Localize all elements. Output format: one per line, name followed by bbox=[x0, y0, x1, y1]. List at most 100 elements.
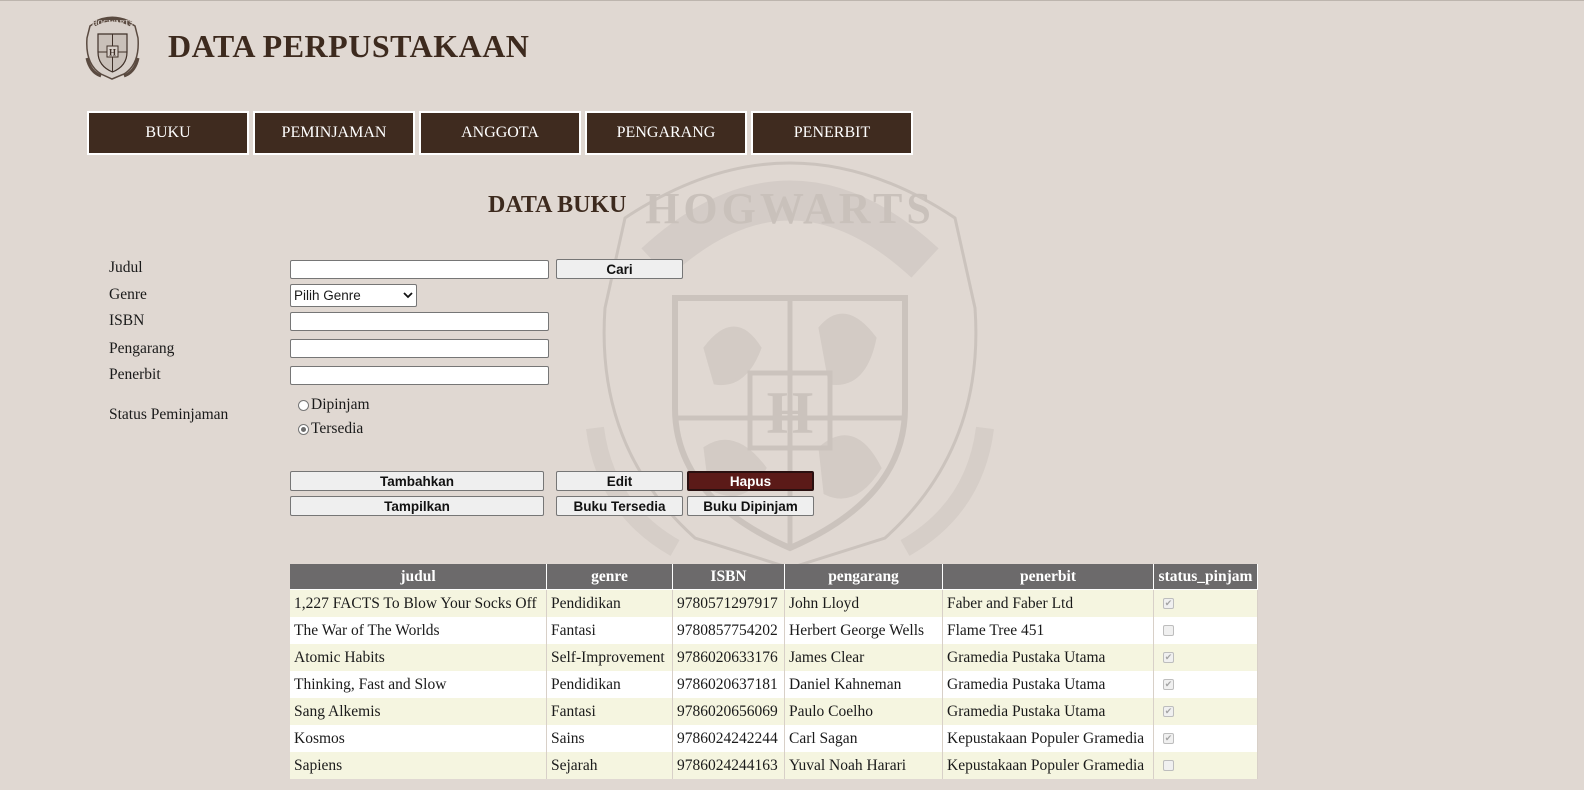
col-penerbit: penerbit bbox=[942, 564, 1154, 590]
cari-button[interactable]: Cari bbox=[556, 259, 683, 279]
nav-item-anggota[interactable]: ANGGOTA bbox=[419, 111, 581, 155]
cell-pengarang: Daniel Kahneman bbox=[784, 671, 943, 698]
cell-isbn: 9786024244163 bbox=[672, 752, 785, 779]
status-pinjam-checkbox: ✔ bbox=[1163, 652, 1174, 663]
table-row[interactable]: Sang Alkemis Fantasi 9786020656069 Paulo Co… bbox=[290, 698, 1258, 725]
table-row[interactable]: Atomic Habits Self-Improvement 97860206331… bbox=[290, 644, 1258, 671]
genre-select-value: Pilih Genre bbox=[294, 288, 361, 303]
radio-tersedia[interactable]: Tersedia bbox=[298, 420, 363, 438]
cell-pengarang: Paulo Coelho bbox=[784, 698, 943, 725]
penerbit-input[interactable] bbox=[290, 366, 549, 385]
top-border bbox=[0, 0, 1584, 1]
buku-dipinjam-button[interactable]: Buku Dipinjam bbox=[687, 496, 814, 516]
status-pinjam-checkbox bbox=[1163, 760, 1174, 771]
hogwarts-crest-icon: HOGWARTS H bbox=[85, 16, 140, 80]
main-nav: BUKU PEMINJAMAN ANGGOTA PENGARANG PENERB… bbox=[87, 111, 917, 155]
svg-text:HOGWARTS: HOGWARTS bbox=[645, 184, 935, 233]
penerbit-label: Penerbit bbox=[109, 366, 161, 383]
cell-status-pinjam bbox=[1153, 752, 1258, 779]
cell-genre: Sains bbox=[546, 725, 673, 752]
cell-penerbit: Kepustakaan Populer Gramedia bbox=[942, 752, 1154, 779]
table-row[interactable]: Sapiens Sejarah 9786024244163 Yuval Noah Ha… bbox=[290, 752, 1258, 779]
svg-text:H: H bbox=[767, 380, 814, 446]
radio-dipinjam-button[interactable] bbox=[298, 399, 309, 411]
hapus-button[interactable]: Hapus bbox=[687, 471, 814, 491]
radio-dipinjam-label: Dipinjam bbox=[311, 396, 370, 413]
genre-select[interactable]: Pilih Genre bbox=[290, 284, 417, 307]
cell-judul: Sang Alkemis bbox=[290, 698, 547, 725]
pengarang-input[interactable] bbox=[290, 339, 549, 358]
cell-penerbit: Gramedia Pustaka Utama bbox=[942, 698, 1154, 725]
radio-tersedia-button[interactable] bbox=[298, 423, 309, 435]
cell-status-pinjam: ✔ bbox=[1153, 644, 1258, 671]
col-judul: judul bbox=[290, 564, 547, 590]
cell-isbn: 9786020633176 bbox=[672, 644, 785, 671]
col-pengarang: pengarang bbox=[784, 564, 943, 590]
pengarang-label: Pengarang bbox=[109, 340, 175, 357]
tambahkan-button[interactable]: Tambahkan bbox=[290, 471, 544, 491]
status-pinjam-checkbox: ✔ bbox=[1163, 679, 1174, 690]
status-peminjaman-label: Status Peminjaman bbox=[109, 406, 229, 423]
table-row[interactable]: Thinking, Fast and Slow Pendidikan 9786020… bbox=[290, 671, 1258, 698]
cell-penerbit: Kepustakaan Populer Gramedia bbox=[942, 725, 1154, 752]
cell-status-pinjam: ✔ bbox=[1153, 589, 1258, 617]
cell-isbn: 9780571297917 bbox=[672, 589, 785, 617]
nav-item-pengarang[interactable]: PENGARANG bbox=[585, 111, 747, 155]
cell-genre: Self-Improvement bbox=[546, 644, 673, 671]
cell-isbn: 9780857754202 bbox=[672, 617, 785, 644]
cell-genre: Fantasi bbox=[546, 617, 673, 644]
buku-tersedia-button[interactable]: Buku Tersedia bbox=[556, 496, 683, 516]
cell-status-pinjam: ✔ bbox=[1153, 725, 1258, 752]
nav-item-buku[interactable]: BUKU bbox=[87, 111, 249, 155]
cell-genre: Pendidikan bbox=[546, 589, 673, 617]
status-pinjam-checkbox: ✔ bbox=[1163, 733, 1174, 744]
cell-status-pinjam: ✔ bbox=[1153, 698, 1258, 725]
genre-label: Genre bbox=[109, 286, 147, 303]
isbn-input[interactable] bbox=[290, 312, 549, 331]
cell-isbn: 9786024242244 bbox=[672, 725, 785, 752]
section-title: DATA BUKU bbox=[488, 192, 627, 218]
cell-penerbit: Flame Tree 451 bbox=[942, 617, 1154, 644]
table-header-row: judul genre ISBN pengarang penerbit stat… bbox=[290, 564, 1258, 590]
cell-pengarang: James Clear bbox=[784, 644, 943, 671]
cell-genre: Fantasi bbox=[546, 698, 673, 725]
cell-judul: Sapiens bbox=[290, 752, 547, 779]
cell-isbn: 9786020656069 bbox=[672, 698, 785, 725]
cell-judul: Thinking, Fast and Slow bbox=[290, 671, 547, 698]
cell-pengarang: John Lloyd bbox=[784, 589, 943, 617]
cell-pengarang: Herbert George Wells bbox=[784, 617, 943, 644]
cell-penerbit: Faber and Faber Ltd bbox=[942, 589, 1154, 617]
book-table: judul genre ISBN pengarang penerbit stat… bbox=[290, 564, 1258, 779]
cell-judul: 1,227 FACTS To Blow Your Socks Off bbox=[290, 589, 547, 617]
col-genre: genre bbox=[546, 564, 673, 590]
status-pinjam-checkbox: ✔ bbox=[1163, 598, 1174, 609]
cell-penerbit: Gramedia Pustaka Utama bbox=[942, 644, 1154, 671]
svg-text:HOGWARTS: HOGWARTS bbox=[92, 19, 133, 27]
cell-status-pinjam bbox=[1153, 617, 1258, 644]
nav-item-penerbit[interactable]: PENERBIT bbox=[751, 111, 913, 155]
cell-judul: The War of The Worlds bbox=[290, 617, 547, 644]
judul-input[interactable] bbox=[290, 260, 549, 279]
table-row[interactable]: 1,227 FACTS To Blow Your Socks Off Pendid… bbox=[290, 589, 1258, 617]
judul-label: Judul bbox=[109, 259, 143, 276]
cell-pengarang: Carl Sagan bbox=[784, 725, 943, 752]
svg-text:H: H bbox=[109, 48, 116, 58]
radio-dipinjam[interactable]: Dipinjam bbox=[298, 396, 370, 414]
cell-status-pinjam: ✔ bbox=[1153, 671, 1258, 698]
col-status-pinjam: status_pinjam bbox=[1153, 564, 1258, 590]
nav-item-peminjaman[interactable]: PEMINJAMAN bbox=[253, 111, 415, 155]
cell-judul: Kosmos bbox=[290, 725, 547, 752]
cell-pengarang: Yuval Noah Harari bbox=[784, 752, 943, 779]
status-pinjam-checkbox: ✔ bbox=[1163, 706, 1174, 717]
chevron-down-icon bbox=[403, 292, 413, 299]
tampilkan-button[interactable]: Tampilkan bbox=[290, 496, 544, 516]
radio-tersedia-label: Tersedia bbox=[311, 420, 364, 437]
edit-button[interactable]: Edit bbox=[556, 471, 683, 491]
cell-penerbit: Gramedia Pustaka Utama bbox=[942, 671, 1154, 698]
table-row[interactable]: The War of The Worlds Fantasi 978085775420… bbox=[290, 617, 1258, 644]
table-body: 1,227 FACTS To Blow Your Socks Off Pendid… bbox=[290, 589, 1258, 779]
site-title: DATA PERPUSTAKAAN bbox=[168, 28, 530, 64]
table-row[interactable]: Kosmos Sains 9786024242244 Carl Sagan Kepust… bbox=[290, 725, 1258, 752]
cell-genre: Sejarah bbox=[546, 752, 673, 779]
status-pinjam-checkbox bbox=[1163, 625, 1174, 636]
